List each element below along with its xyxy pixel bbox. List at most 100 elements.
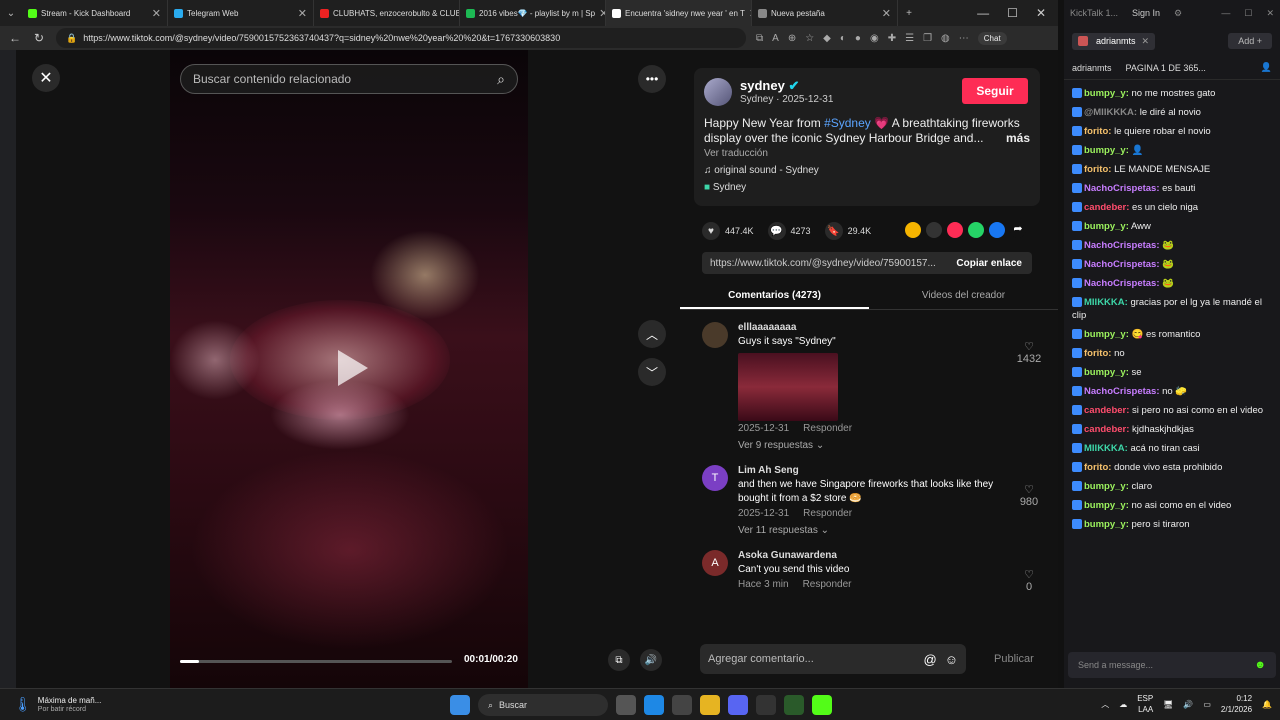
chat-username[interactable]: bumpy_y: [1084,329,1129,340]
tab-actions-menu[interactable]: ⌄ [0,0,22,26]
chat-username[interactable]: bumpy_y: [1084,221,1129,232]
chat-username[interactable]: bumpy_y: [1084,367,1129,378]
emoji-icon[interactable]: ☺ [945,652,958,667]
url-field[interactable]: 🔒 https://www.tiktok.com/@sydney/video/7… [56,28,746,48]
close-viewer-button[interactable]: ✕ [32,64,60,92]
extension-icon[interactable]: ● [855,33,861,44]
floating-player-icon[interactable]: ⧉ [608,649,630,671]
settings-gear-icon[interactable]: ⚙ [1174,8,1182,19]
discord-icon[interactable] [728,695,748,715]
link-field[interactable]: https://www.tiktok.com/@sydney/video/759… [702,252,1032,274]
close-tab-icon[interactable]: ✕ [882,7,891,20]
task-view-icon[interactable] [616,695,636,715]
close-tab-icon[interactable]: ✕ [152,7,161,20]
comment-image[interactable] [738,353,838,421]
chat-username[interactable]: bumpy_y: [1084,519,1129,530]
commenter-avatar[interactable]: A [702,550,728,576]
chat-username[interactable]: MIIKKKA: [1084,297,1128,308]
emote-icon[interactable]: ☻ [1254,659,1266,671]
volume-icon[interactable]: 🔊 [1183,700,1193,709]
like-button[interactable]: ♥ 447.4K [702,222,754,240]
chat-username[interactable]: forito: [1084,348,1111,359]
more-options-icon[interactable]: ⋯ [959,33,969,44]
close-window-icon[interactable]: ✕ [1036,6,1046,20]
chat-username[interactable]: candeber: [1084,405,1129,416]
reply-button[interactable]: Responder [803,579,852,590]
extension-icon[interactable]: ◐ [840,33,846,44]
terminal-icon[interactable] [784,695,804,715]
commenter-name[interactable]: elllaaaaaaaa [738,322,1042,333]
view-replies-button[interactable]: Ver 9 respuestas ⌄ [738,440,1042,451]
browser-tab[interactable]: CLUBHATS, enzocerobulto & CLUB✕ [314,0,460,26]
more-button[interactable]: más [1006,131,1030,146]
minimize-icon[interactable]: — [1221,8,1230,18]
comment-like-button[interactable]: ♡ 1432 [1016,340,1042,365]
play-icon[interactable] [338,350,368,386]
favorites-icon[interactable]: ☰ [905,33,914,44]
chat-username[interactable]: @MIIKKKA: [1084,107,1137,118]
weather-widget[interactable]: 🌡 Máxima de mañ... Por batir récord [0,696,140,713]
copilot-chat-button[interactable]: Chat [977,31,1007,45]
video-player[interactable] [170,50,528,688]
search-icon[interactable]: ⌕ [497,71,505,88]
extension-icon[interactable]: ⧉ [756,33,763,44]
notifications-icon[interactable]: 🔔 [1262,700,1272,709]
new-tab-button[interactable]: + [898,0,920,26]
chat-username[interactable]: NachoCrispetas: [1084,386,1160,397]
commenter-avatar[interactable]: T [702,465,728,491]
copy-link-button[interactable]: Copiar enlace [946,258,1032,269]
video-progress-bar[interactable] [180,660,452,663]
browser-tab[interactable]: Nueva pestaña ✕ [752,0,898,26]
reply-button[interactable]: Responder [803,508,852,519]
edge-icon[interactable] [644,695,664,715]
publish-button[interactable]: Publicar [994,653,1034,665]
repost-icon[interactable] [905,222,921,238]
embed-icon[interactable] [926,222,942,238]
close-tab-icon[interactable]: ✕ [599,7,605,20]
minimize-icon[interactable]: — [977,6,989,20]
author-username[interactable]: sydney [740,78,785,93]
more-options-button[interactable]: ••• [638,65,666,93]
save-button[interactable]: 🔖 29.4K [824,222,871,240]
previous-video-button[interactable]: ︿ [638,320,666,348]
add-comment-input[interactable]: Agregar comentario... @ ☺ [700,644,966,674]
chat-username[interactable]: forito: [1084,126,1111,137]
close-tab-icon[interactable]: ✕ [298,7,307,20]
refresh-icon[interactable]: ↻ [32,31,46,45]
kick-icon[interactable] [812,695,832,715]
facebook-icon[interactable] [989,222,1005,238]
mention-icon[interactable]: @ [924,652,937,667]
maximize-icon[interactable]: ☐ [1244,8,1252,19]
chat-username[interactable]: forito: [1084,164,1111,175]
chat-username[interactable]: NachoCrispetas: [1084,278,1160,289]
sound-link[interactable]: ♫ original sound - Sydney [704,165,1030,176]
location-link[interactable]: ■ Sydney [704,182,1030,193]
browser-tab[interactable]: Encuentra 'sidney nwe year ' en T✕ [606,0,752,26]
close-window-icon[interactable]: ✕ [1266,8,1274,19]
close-tab-icon[interactable]: ✕ [1142,36,1150,47]
translate-link[interactable]: Ver traducción [704,148,1030,159]
comment-button[interactable]: 💬 4273 [767,222,811,240]
browser-tab[interactable]: 2016 vibes💎 - playlist by m | Sp✕ [460,0,606,26]
reply-button[interactable]: Responder [803,423,852,434]
language-indicator[interactable]: ESP LAA [1137,693,1153,715]
tab-creator-videos[interactable]: Videos del creador [869,284,1058,309]
taskbar-search[interactable]: ⌕ Buscar [478,694,608,716]
whatsapp-icon[interactable] [968,222,984,238]
volume-icon[interactable]: 🔊 [640,649,662,671]
extensions-puzzle-icon[interactable]: ✚ [888,33,896,44]
favorite-star-icon[interactable]: ☆ [805,33,814,44]
follow-button[interactable]: Seguir [962,78,1028,104]
chat-username[interactable]: MIIKKKA: [1084,443,1128,454]
comment-like-button[interactable]: ♡ 0 [1016,568,1042,593]
chat-username[interactable]: bumpy_y: [1084,88,1129,99]
maximize-icon[interactable]: ☐ [1007,6,1018,20]
obs-icon[interactable] [756,695,776,715]
battery-icon[interactable]: ▭ [1203,700,1211,709]
send-icon[interactable] [947,222,963,238]
related-search-input[interactable]: Buscar contenido relacionado ⌕ [180,64,518,94]
store-icon[interactable] [672,695,692,715]
view-replies-button[interactable]: Ver 11 respuestas ⌄ [738,525,1042,536]
read-aloud-icon[interactable]: A [772,33,779,44]
chat-input[interactable]: Send a message... ☻ [1068,652,1276,678]
